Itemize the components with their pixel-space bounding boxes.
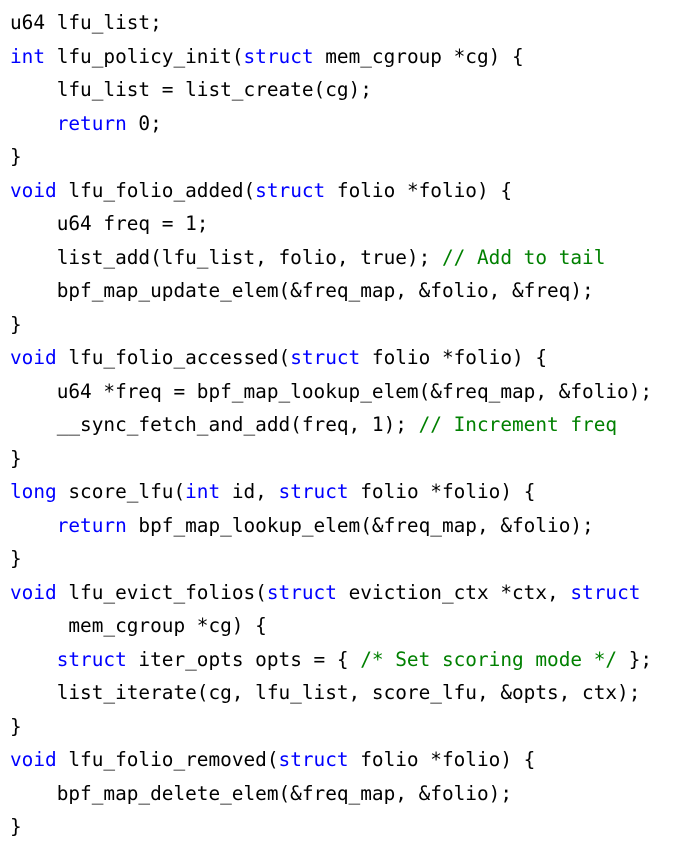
code-text: list_iterate(cg, lfu_list, score_lfu, &o… xyxy=(10,681,641,704)
code-text: } xyxy=(10,547,22,570)
code-text: lfu_list = list_create(cg); xyxy=(10,78,372,101)
code-line: mem_cgroup *cg) { xyxy=(10,609,652,643)
code-comment: // Increment freq xyxy=(418,413,618,436)
code-text: __sync_fetch_and_add(freq, 1); xyxy=(10,413,419,436)
code-keyword: struct xyxy=(290,346,361,369)
code-text: mem_cgroup *cg) { xyxy=(10,614,267,637)
code-line: } xyxy=(10,308,652,342)
code-line: void lfu_folio_added(struct folio *folio… xyxy=(10,174,652,208)
code-keyword: return xyxy=(56,513,127,537)
code-keyword: void xyxy=(10,748,57,771)
code-text: lfu_folio_removed( xyxy=(56,748,279,771)
code-keyword: struct xyxy=(255,178,326,202)
code-line: } xyxy=(10,542,652,576)
code-line: } xyxy=(10,140,652,174)
code-line: u64 *freq = bpf_map_lookup_elem(&freq_ma… xyxy=(10,375,652,409)
code-keyword: void xyxy=(10,178,57,202)
code-keyword: return xyxy=(56,111,127,135)
code-line: struct iter_opts opts = { /* Set scoring… xyxy=(10,643,652,677)
code-text: list_add(lfu_list, folio, true); xyxy=(10,245,442,269)
code-line: void lfu_folio_removed(struct folio *fol… xyxy=(10,743,652,777)
code-text: u64 *freq = bpf_map_lookup_elem(&freq_ma… xyxy=(10,379,653,403)
code-line: } xyxy=(10,810,652,844)
code-line: list_iterate(cg, lfu_list, score_lfu, &o… xyxy=(10,676,652,710)
code-keyword: struct xyxy=(570,580,641,604)
code-line: void lfu_folio_accessed(struct folio *fo… xyxy=(10,341,652,375)
code-text: lfu_evict_folios( xyxy=(56,580,267,604)
code-text: eviction_ctx *ctx, xyxy=(336,580,571,604)
code-text: } xyxy=(10,312,22,336)
code-comment: /* Set scoring mode */ xyxy=(360,647,618,671)
code-line: u64 freq = 1; xyxy=(10,207,652,241)
code-text: 0; xyxy=(126,111,162,135)
code-text: lfu_policy_init( xyxy=(45,44,244,68)
code-text: folio *folio) { xyxy=(325,178,513,202)
code-text: folio *folio) { xyxy=(360,346,548,369)
code-text: bpf_map_lookup_elem(&freq_map, &folio); xyxy=(126,513,594,537)
code-keyword: int xyxy=(10,44,46,68)
code-line: int lfu_policy_init(struct mem_cgroup *c… xyxy=(10,40,652,74)
code-text: bpf_map_update_elem(&freq_map, &folio, &… xyxy=(10,279,594,302)
code-text: folio *folio) { xyxy=(348,480,536,503)
code-text: } xyxy=(10,815,22,838)
code-keyword: void xyxy=(10,346,57,369)
code-text: bpf_map_delete_elem(&freq_map, &folio); xyxy=(10,781,512,805)
code-line: long score_lfu(int id, struct folio *fol… xyxy=(10,475,652,509)
code-line: } xyxy=(10,710,652,744)
code-text: } xyxy=(10,714,22,738)
code-comment: // Add to tail xyxy=(441,245,606,269)
code-keyword: struct xyxy=(278,748,349,771)
code-line: } xyxy=(10,442,652,476)
code-keyword: void xyxy=(10,580,57,604)
code-text: lfu_folio_added( xyxy=(56,178,256,202)
code-line: __sync_fetch_and_add(freq, 1); // Increm… xyxy=(10,408,652,442)
code-line: list_add(lfu_list, folio, true); // Add … xyxy=(10,241,652,275)
code-keyword: struct xyxy=(243,44,314,68)
code-text: score_lfu( xyxy=(56,480,186,503)
code-keyword: int xyxy=(185,480,221,503)
code-text: } xyxy=(10,446,22,470)
code-text: lfu_folio_accessed( xyxy=(56,346,291,369)
code-text: iter_opts opts = { xyxy=(126,647,361,671)
code-line: bpf_map_update_elem(&freq_map, &folio, &… xyxy=(10,274,652,308)
code-line: lfu_list = list_create(cg); xyxy=(10,73,652,107)
code-text: u64 freq = 1; xyxy=(10,212,209,235)
code-text: }; xyxy=(617,647,653,671)
code-line: void lfu_evict_folios(struct eviction_ct… xyxy=(10,576,652,610)
code-keyword: struct xyxy=(56,647,127,671)
code-line: return bpf_map_lookup_elem(&freq_map, &f… xyxy=(10,509,652,543)
code-text: mem_cgroup *cg) { xyxy=(313,44,524,68)
code-keyword: struct xyxy=(278,480,349,503)
code-text: id, xyxy=(220,480,279,503)
code-text: u64 lfu_list; xyxy=(10,11,162,34)
code-line: u64 lfu_list; xyxy=(10,6,652,40)
code-listing: u64 lfu_list; int lfu_policy_init(struct … xyxy=(10,6,652,844)
code-line: return 0; xyxy=(10,107,652,141)
code-text: } xyxy=(10,145,22,168)
code-keyword: long xyxy=(10,480,57,503)
code-text: folio *folio) { xyxy=(348,748,536,771)
code-line: bpf_map_delete_elem(&freq_map, &folio); xyxy=(10,777,652,811)
code-keyword: struct xyxy=(266,580,337,604)
